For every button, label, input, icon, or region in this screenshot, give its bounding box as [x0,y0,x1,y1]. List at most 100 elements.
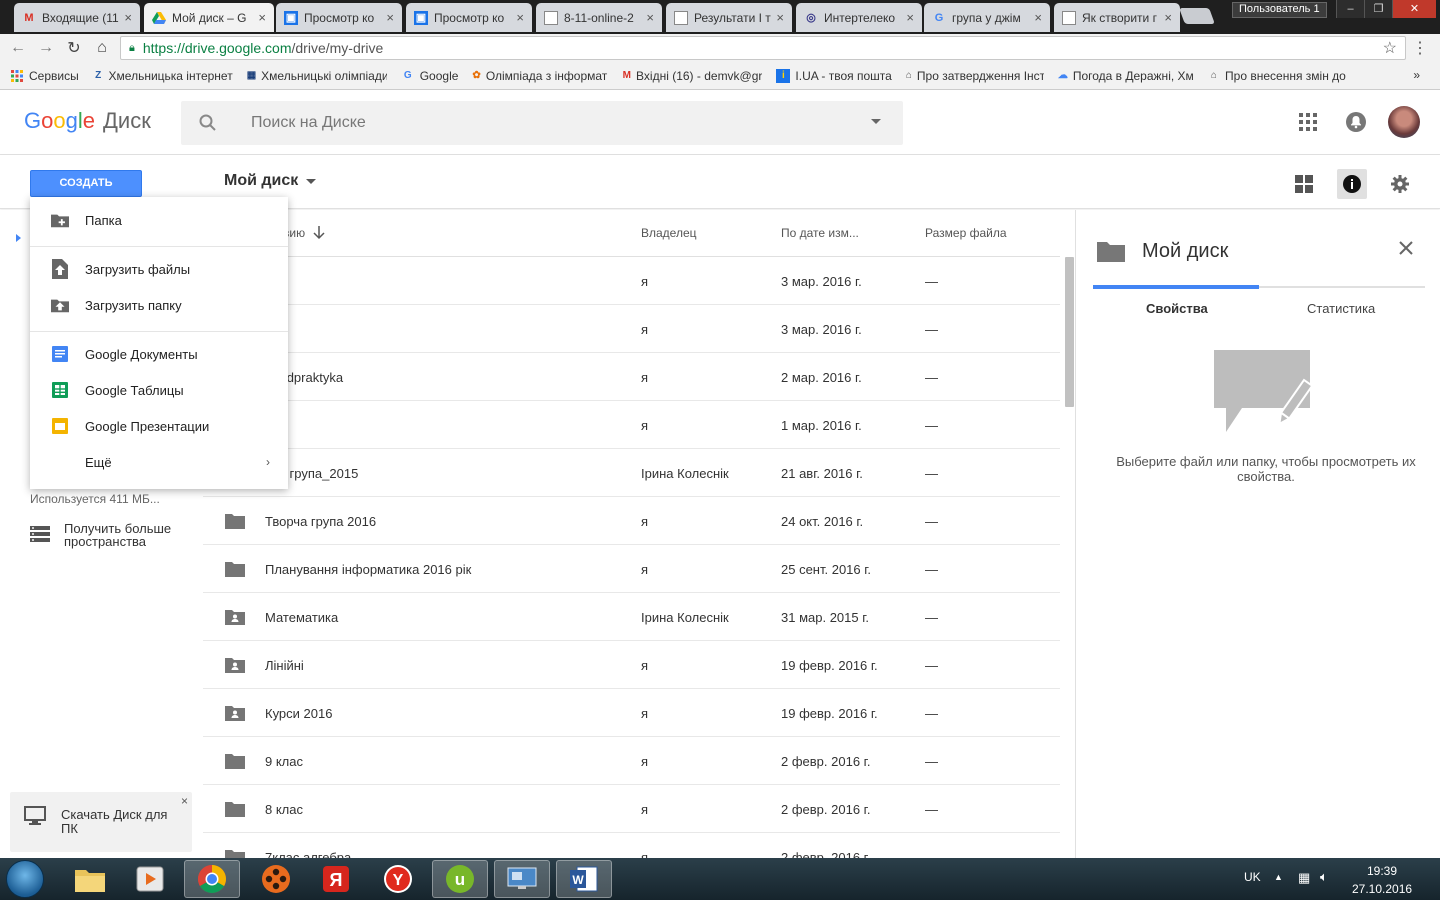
column-size[interactable]: Размер файла [925,226,1007,240]
window-user-badge[interactable]: Пользователь 1 [1232,2,1327,18]
browser-tab-drive[interactable]: Мой диск – G × [144,3,274,32]
reload-icon[interactable]: ↻ [60,38,88,58]
column-owner[interactable]: Владелец [641,226,697,240]
word-icon[interactable]: W [556,860,612,898]
scrollbar[interactable] [1065,257,1074,407]
search-options-icon[interactable] [871,119,881,124]
table-row[interactable]: Творча група 2016 я 24 окт. 2016 г. — [203,497,1060,545]
language-indicator[interactable]: UK [1244,870,1261,884]
grid-view-icon[interactable] [1289,169,1319,199]
table-row[interactable]: 8 клас я 2 февр. 2016 г. — [203,785,1060,833]
search-icon[interactable] [199,114,217,132]
browser-tab-howto[interactable]: Як створити г × [1054,3,1180,32]
menu-item-google-slides[interactable]: Google Презентации [30,408,288,444]
drive-logo[interactable]: Google Диск [24,108,151,134]
bookmark-item[interactable]: ☁ Погода в Деражні, Хме [1058,69,1194,83]
yandex-browser-icon[interactable]: Y [370,860,426,898]
home-icon[interactable]: ⌂ [88,39,116,57]
settings-gear-icon[interactable] [1385,169,1415,199]
bookmark-item[interactable]: ⌂ Про внесення змін до [1208,69,1346,83]
menu-item-upload-folder[interactable]: Загрузить папку [30,287,288,323]
table-row[interactable]: 7клас алгебра я 2 февр. 2016 г. — [203,833,1060,858]
table-row[interactable]: 9 клас я 2 февр. 2016 г. — [203,737,1060,785]
table-row[interactable]: а 5я1 мар. 2016 г.— [203,401,1060,449]
browser-tab-gmail[interactable]: M Входящие (11 × [14,3,140,32]
network-icon[interactable]: ▦ [1298,870,1310,886]
maximize-icon[interactable]: ❐ [1364,0,1392,18]
table-row[interactable]: Лінійні я 19 февр. 2016 г. — [203,641,1060,689]
forward-icon[interactable]: → [32,39,60,57]
new-tab-button[interactable] [1179,8,1215,24]
table-row[interactable]: 2.0я3 мар. 2016 г.— [203,305,1060,353]
bookmark-item[interactable]: ⌂ Про затвердження Інст [906,69,1044,83]
address-bar[interactable]: 🔒︎ https://drive.google.com/drive/my-dri… [120,36,1406,60]
tray-expand-icon[interactable]: ▲ [1274,872,1283,882]
download-drive-card[interactable]: Скачать Диск для ПК × [10,792,192,852]
table-row[interactable]: Курси 2016 я 19 февр. 2016 г. — [203,689,1060,737]
window-close-icon[interactable]: ✕ [1392,0,1436,18]
close-icon[interactable]: × [181,794,188,808]
close-icon[interactable]: × [386,10,394,25]
utorrent-icon[interactable]: u [432,860,488,898]
info-icon[interactable] [1337,169,1367,199]
column-name[interactable]: вию [283,226,325,240]
bookmark-item[interactable]: M Вхідні (16) - demvk@gr [622,69,763,83]
table-row[interactable]: рча група_2015 Ірина Колеснік 21 авг. 2016… [203,449,1060,497]
media-player-icon[interactable] [122,860,178,898]
table-row[interactable]: Математика Ірина Колеснік 31 мар. 2015 г. — [203,593,1060,641]
close-icon[interactable]: × [776,10,784,25]
browser-tab-online[interactable]: 8-11-online-2 × [536,3,662,32]
notifications-icon[interactable] [1344,110,1368,134]
menu-item-google-docs[interactable]: Google Документы [30,336,288,372]
bookmark-item[interactable]: G Google [401,69,459,83]
close-icon[interactable]: × [258,10,266,25]
table-row[interactable]: Планування інформатика 2016 рік я 25 сент.… [203,545,1060,593]
browser-tab-results[interactable]: Результати І т × [666,3,792,32]
breadcrumb[interactable]: Мой диск [224,172,317,190]
browser-menu-icon[interactable]: ⋮ [1412,38,1428,58]
bookmark-apps[interactable]: Сервисы [10,69,79,83]
clock-time[interactable]: 19:39 [1352,864,1412,878]
bookmark-item[interactable]: i I.UA - твоя пошта [776,68,892,83]
bookmark-star-icon[interactable]: ☆ [1383,38,1397,58]
close-icon[interactable]: × [1164,10,1172,25]
close-icon[interactable] [1398,240,1414,256]
table-row[interactable]: _pedpraktyka я 2 мар. 2016 г. — [203,353,1060,401]
remote-desktop-icon[interactable] [494,860,550,898]
menu-item-folder[interactable]: Папка [30,202,288,238]
browser-tab-group[interactable]: G група у джім × [924,3,1050,32]
close-icon[interactable]: × [1034,10,1042,25]
bookmarks-more[interactable]: » [1413,68,1420,82]
get-more-storage-link[interactable]: Получить больше пространства [30,522,184,548]
create-button[interactable]: СОЗДАТЬ [30,170,142,197]
browser-tab-view-1[interactable]: ▣ Просмотр ко × [276,3,402,32]
browser-tab-intertelecom[interactable]: ◎ Интертелеко × [796,3,922,32]
close-icon[interactable]: × [646,10,654,25]
expand-arrow-icon[interactable] [16,234,21,242]
tab-properties[interactable]: Свойства [1146,301,1208,316]
close-icon[interactable]: × [124,10,132,25]
browser-tab-view-2[interactable]: ▣ Просмотр ко × [406,3,532,32]
close-icon[interactable]: × [516,10,524,25]
yandex-icon[interactable]: Я [308,860,364,898]
bookmark-item[interactable]: Z Хмельницька інтернет [93,69,233,83]
back-icon[interactable]: ← [4,39,32,57]
search-input[interactable] [251,114,811,132]
windows-start-icon[interactable] [6,860,44,898]
chrome-icon[interactable] [184,860,240,898]
file-explorer-icon[interactable] [62,860,118,898]
close-icon[interactable]: × [906,10,914,25]
column-modified[interactable]: По дате изм... [781,226,859,240]
menu-item-more[interactable]: Ещё › [30,444,288,480]
clock-date[interactable]: 27.10.2016 [1352,882,1412,896]
menu-item-google-sheets[interactable]: Google Таблицы [30,372,288,408]
bookmark-item[interactable]: ✿ Олімпіада з інформати [472,69,608,83]
apps-icon[interactable] [1296,110,1320,134]
table-row[interactable]: 3.0я3 мар. 2016 г.— [203,257,1060,305]
volume-icon[interactable]: 🔈︎ [1320,869,1328,885]
bookmark-item[interactable]: ▦ Хмельницькі олімпіади [247,69,387,83]
media-app-icon[interactable] [248,860,304,898]
avatar[interactable] [1388,106,1420,138]
minimize-icon[interactable]: – [1336,0,1364,18]
menu-item-upload-files[interactable]: Загрузить файлы [30,251,288,287]
